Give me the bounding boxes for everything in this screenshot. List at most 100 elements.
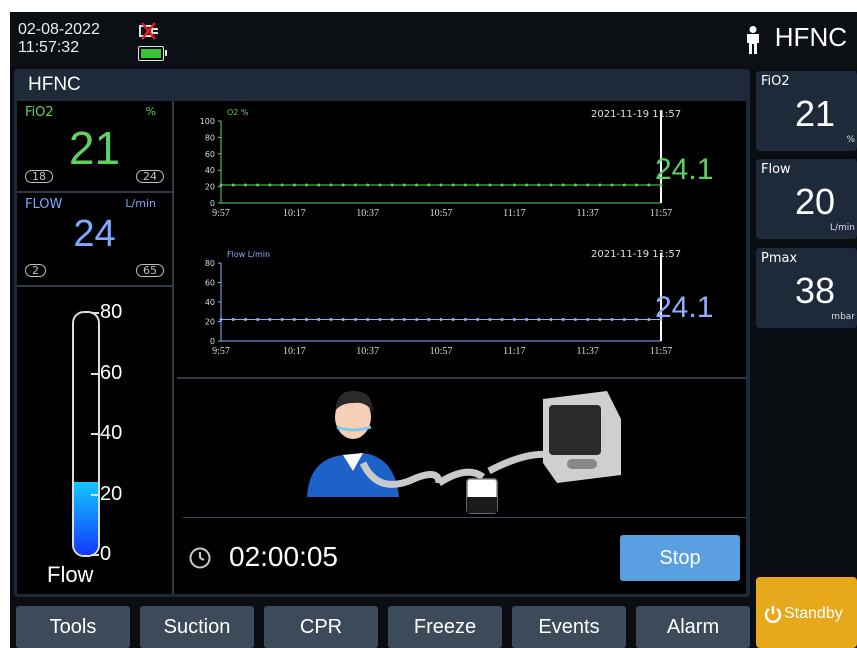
cpr-button[interactable]: CPR [264,606,378,648]
o2-readout: 24.1 [655,153,714,186]
side-fio2-value: 21 [794,93,835,134]
flow-label: FLOW [25,197,63,212]
side-pmax-label: Pmax [761,251,798,266]
trend-point [427,183,431,187]
alarm-button[interactable]: Alarm [636,606,750,648]
freeze-button[interactable]: Freeze [388,606,502,648]
panel-body: FiO2 % 21 18 24 FLOW L/min 24 2 65 80 60… [17,101,746,594]
o2-timestamp: 2021-11-19 11:57 [591,109,682,120]
suction-button[interactable]: Suction [140,606,254,648]
side-flow-unit: L/min [829,223,855,233]
status-bar: 02-08-2022 11:57:32 HFNC [10,12,857,67]
trend-point [610,318,614,322]
side-param-fio2[interactable]: FiO2 21 % [756,71,857,151]
monitor-screen: 02-08-2022 11:57:32 HFNC HFNC FiO2 % 21 [10,12,857,648]
x-tick-label: 10:57 [430,208,453,219]
trend-point [280,183,284,187]
side-param-pmax[interactable]: Pmax 38 mbar [756,248,857,328]
patient-device-illustration [307,390,621,514]
side-param-flow[interactable]: Flow 20 L/min [756,159,857,239]
trend-point [586,183,590,187]
y-tick-label: 80 [205,133,215,142]
standby-button[interactable]: Standby [756,577,857,648]
flow-value: 24 [73,213,116,255]
flow-timestamp: 2021-11-19 11:57 [591,249,682,260]
y-tick-label: 100 [200,117,215,126]
trend-point [439,318,443,322]
side-pmax-value: 38 [794,270,835,311]
trend-point [451,318,455,322]
flow-readout: 24.1 [655,291,714,324]
x-tick-label: 11:37 [576,208,598,219]
trend-point [329,183,333,187]
trend-point [305,183,309,187]
side-fio2-label: FiO2 [761,74,790,89]
y-tick-label: 80 [205,259,215,268]
x-tick-label: 11:37 [576,346,598,357]
trend-point [390,318,394,322]
flow-bar-label: Flow [47,562,94,587]
plot-label: O2 % [227,108,249,117]
trend-point [549,183,553,187]
flow-high-limit: 65 [136,264,164,277]
trend-point [219,318,223,322]
trend-point [353,318,357,322]
standby-label: Standby [784,605,843,622]
trend-point [378,318,382,322]
trend-point [402,183,406,187]
trend-point [231,318,235,322]
date: 02-08-2022 [18,21,100,38]
trend-point [586,318,590,322]
x-tick-label: 10:57 [430,346,453,357]
trend-point [610,183,614,187]
trend-point [243,183,247,187]
separator [183,517,746,518]
flow-waveform: Flow L/min 80 60 40 20 0 9:57 10:17 10:37 10:57 11… [177,241,746,377]
trend-point [635,183,639,187]
flow-low-limit: 2 [25,264,46,277]
stop-button[interactable]: Stop [620,535,740,581]
o2-waveform: O2 % 100 80 60 40 20 0 9:57 10:17 10:37 10:57 11:17… [177,101,746,239]
trend-point [341,318,345,322]
trend-point [573,318,577,322]
trend-point [525,183,529,187]
x-tick-label: 11:57 [650,346,672,357]
trend-point [647,183,651,187]
trend-point [292,318,296,322]
trend-point [622,318,626,322]
trend-point [463,318,467,322]
trend-point [561,318,565,322]
trend-point [402,318,406,322]
trend-point [341,183,345,187]
x-tick-label: 11:17 [503,346,525,357]
x-tick-label: 10:37 [356,208,379,219]
trend-point [537,318,541,322]
trend-point [488,318,492,322]
trend-point [622,183,626,187]
events-button[interactable]: Events [512,606,626,648]
side-fio2-unit: % [846,135,855,145]
trend-point [512,183,516,187]
x-tick-label: 10:17 [283,346,306,357]
tools-button[interactable]: Tools [16,606,130,648]
fio2-parameter[interactable]: FiO2 % 21 18 24 [17,101,172,193]
side-pmax-unit: mbar [831,312,855,322]
trend-point [219,183,223,187]
y-tick-label: 20 [205,318,215,327]
datetime: 02-08-2022 11:57:32 [18,21,100,57]
trend-point [280,318,284,322]
trend-point [427,318,431,322]
flow-parameter[interactable]: FLOW L/min 24 2 65 [17,193,172,287]
trend-point [317,183,321,187]
x-tick-label: 11:57 [650,208,672,219]
trend-point [353,183,357,187]
scale-60: 60 [100,362,123,384]
left-parameters: FiO2 % 21 18 24 FLOW L/min 24 2 65 80 60… [17,101,174,594]
trend-point [329,318,333,322]
time: 11:57:32 [18,39,80,56]
clock-icon [189,547,211,569]
trend-point [243,318,247,322]
trend-point [366,183,370,187]
trend-point [451,183,455,187]
y-tick-label: 60 [205,150,215,159]
